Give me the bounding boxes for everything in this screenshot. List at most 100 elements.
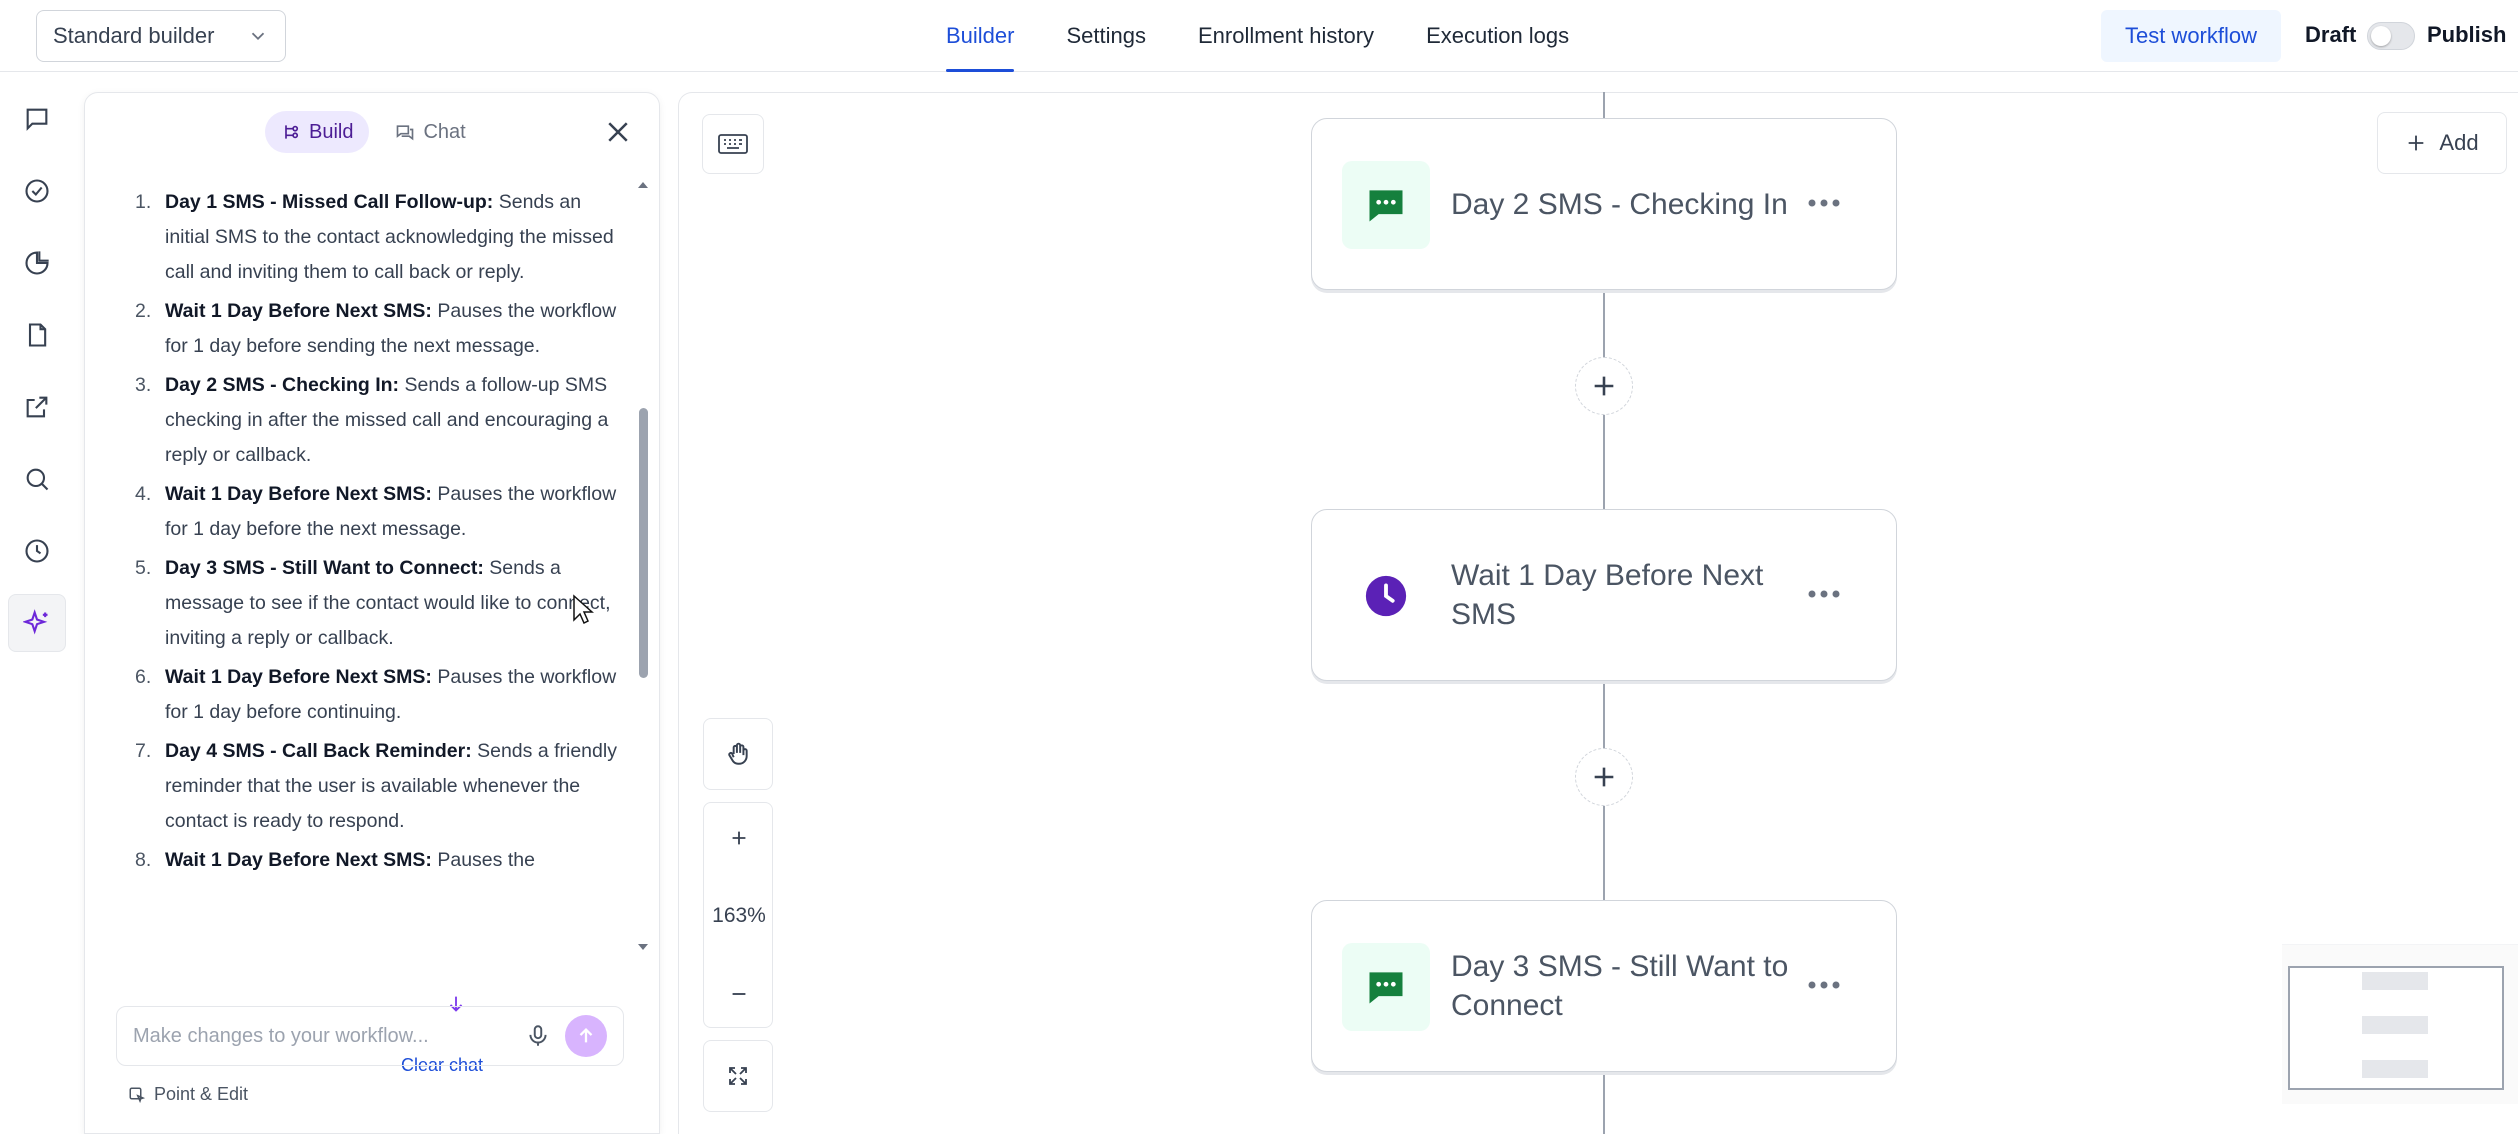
send-button[interactable] — [565, 1015, 607, 1057]
step-description: Pauses the — [431, 849, 535, 871]
builder-type-value: Standard builder — [53, 23, 215, 48]
chevron-down-icon — [251, 32, 265, 41]
tab-settings[interactable]: Settings — [1040, 0, 1172, 72]
step-number: 3. — [135, 374, 152, 396]
zoom-level: 163% — [704, 881, 774, 951]
test-workflow-button[interactable]: Test workflow — [2101, 10, 2281, 62]
search-icon — [26, 468, 49, 491]
step-number: 8. — [135, 849, 152, 871]
chat-icon — [397, 125, 414, 141]
connector-line — [1603, 1072, 1605, 1134]
chat-mode-button[interactable]: Chat — [379, 111, 481, 153]
mode-toggle: Build Chat — [265, 111, 482, 153]
clock-icon — [1365, 575, 1407, 617]
publish-label: Publish — [2427, 22, 2507, 47]
workflow-node-day2-sms[interactable]: Day 2 SMS - Checking In — [1311, 118, 1897, 290]
left-rail — [0, 72, 72, 1134]
zoom-out-button[interactable] — [704, 959, 774, 1029]
external-link-icon — [26, 396, 48, 418]
rail-external[interactable] — [8, 378, 66, 436]
add-node-button[interactable]: Add — [2377, 112, 2507, 174]
zoom-controls: 163% — [703, 802, 773, 1028]
builder-type-select[interactable]: Standard builder — [36, 10, 286, 62]
draft-label: Draft — [2305, 22, 2357, 47]
node-title: Day 2 SMS - Checking In — [1451, 188, 1788, 221]
workflow-node-day3-sms[interactable]: Day 3 SMS - Still Want to Connect — [1311, 900, 1897, 1072]
minimap[interactable] — [2288, 966, 2504, 1090]
plus-icon — [1594, 376, 1614, 396]
sparkles-icon — [23, 609, 48, 635]
sms-icon — [1369, 972, 1403, 1004]
top-bar: Standard builder Builder Settings Enroll… — [0, 0, 2518, 72]
more-horizontal-icon[interactable] — [1806, 197, 1842, 209]
message-square-icon — [26, 108, 48, 131]
scrollbar-thumb[interactable] — [639, 408, 648, 678]
step-title: Day 4 SMS - Call Back Reminder: — [165, 740, 472, 762]
insert-step-button[interactable] — [1575, 357, 1633, 415]
close-icon[interactable] — [603, 117, 633, 147]
rail-analytics[interactable] — [8, 234, 66, 292]
workflow-step-item: 3. Day 2 SMS - Checking In: Sends a follo… — [125, 368, 625, 473]
more-horizontal-icon[interactable] — [1806, 588, 1842, 600]
zoom-in-button[interactable] — [704, 803, 774, 873]
workflow-step-item: 4. Wait 1 Day Before Next SMS: Pauses the… — [125, 477, 625, 547]
rail-ai-builder[interactable] — [8, 594, 66, 652]
more-horizontal-icon[interactable] — [1806, 979, 1842, 991]
insert-step-button[interactable] — [1575, 748, 1633, 806]
step-title: Wait 1 Day Before Next SMS: — [165, 483, 432, 505]
rail-comments[interactable] — [8, 90, 66, 148]
workflow-step-item: 7. Day 4 SMS - Call Back Reminder: Sends … — [125, 734, 625, 839]
pan-tool-button[interactable] — [703, 718, 773, 790]
toggle-knob — [2371, 26, 2391, 46]
workflow-prompt-input[interactable]: Make changes to your workflow... — [116, 1006, 624, 1066]
fit-view-button[interactable] — [703, 1040, 773, 1112]
keyboard-icon — [718, 134, 748, 154]
microphone-icon[interactable] — [525, 1023, 551, 1049]
mouse-cursor-icon — [573, 594, 594, 625]
app: Standard builder Builder Settings Enroll… — [0, 0, 2518, 1134]
rail-history[interactable] — [8, 522, 66, 580]
fit-screen-icon — [729, 1067, 747, 1085]
workflow-step-item: 2. Wait 1 Day Before Next SMS: Pauses the… — [125, 294, 625, 364]
history-icon — [25, 539, 49, 563]
chat-mode-label: Chat — [423, 120, 466, 143]
step-number: 7. — [135, 740, 152, 762]
minimap-node — [2362, 1016, 2428, 1034]
workflow-node-wait[interactable]: Wait 1 Day Before Next SMS — [1311, 509, 1897, 681]
minus-icon — [732, 993, 746, 995]
build-mode-button[interactable]: Build — [265, 111, 370, 153]
file-icon — [28, 323, 47, 347]
step-title: Day 1 SMS - Missed Call Follow-up: — [165, 191, 494, 213]
node-title: Day 3 SMS - Still Want to Connect — [1451, 950, 1789, 1022]
workflow-step-item: 1. Day 1 SMS - Missed Call Follow-up: Sen… — [125, 185, 625, 290]
check-circle-icon — [25, 179, 49, 203]
step-number: 2. — [135, 300, 152, 322]
point-edit-button[interactable]: Point & Edit — [128, 1084, 248, 1105]
workflow-steps-list: 1. Day 1 SMS - Missed Call Follow-up: Sen… — [125, 185, 625, 1025]
node-icon-box — [1342, 552, 1430, 640]
tab-enrollment-history[interactable]: Enrollment history — [1172, 0, 1400, 72]
step-title: Wait 1 Day Before Next SMS: — [165, 666, 432, 688]
step-number: 5. — [135, 557, 152, 579]
keyboard-shortcuts-button[interactable] — [702, 114, 764, 174]
rail-search[interactable] — [8, 450, 66, 508]
build-mode-label: Build — [309, 120, 354, 143]
step-title: Day 2 SMS - Checking In: — [165, 374, 400, 396]
arrow-up-icon — [579, 1027, 593, 1043]
steps-ordered-list: 1. Day 1 SMS - Missed Call Follow-up: Sen… — [125, 185, 625, 878]
steps-scrollbar[interactable] — [636, 178, 650, 958]
workflow-step-item: 8. Wait 1 Day Before Next SMS: Pauses the — [125, 843, 625, 878]
rail-documents[interactable] — [8, 306, 66, 364]
scroll-down-icon[interactable] — [636, 940, 650, 954]
add-label: Add — [2439, 130, 2479, 155]
workflow-step-item: 6. Wait 1 Day Before Next SMS: Pauses the… — [125, 660, 625, 730]
tab-builder[interactable]: Builder — [920, 0, 1040, 72]
plus-icon — [2409, 135, 2424, 151]
rail-tasks[interactable] — [8, 162, 66, 220]
step-title: Day 3 SMS - Still Want to Connect: — [165, 557, 484, 579]
publish-toggle[interactable] — [2367, 22, 2415, 50]
hand-icon — [728, 742, 748, 765]
scroll-up-icon[interactable] — [636, 178, 650, 192]
zoom-level-value: 163% — [712, 904, 766, 927]
tab-execution-logs[interactable]: Execution logs — [1400, 0, 1595, 72]
